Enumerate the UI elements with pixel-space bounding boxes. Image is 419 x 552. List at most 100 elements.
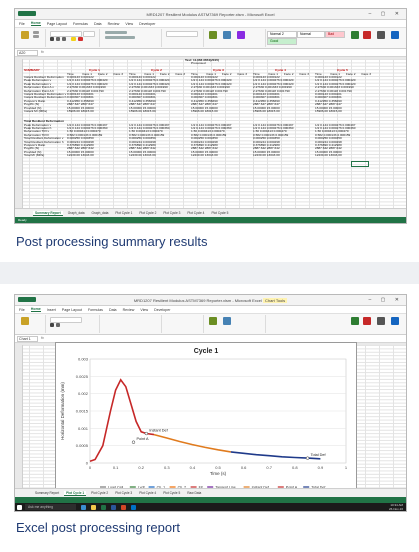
title-bar: MRD1207 Resilient Modulus ASTM7369 Repor…	[15, 9, 406, 20]
sheet-tab[interactable]: Plot Cycle 3	[113, 491, 134, 495]
ribbon-tab-file[interactable]: File	[19, 308, 25, 312]
ribbon-tab-file[interactable]: File	[19, 22, 25, 26]
ribbon-tab-developer[interactable]: Developer	[154, 308, 170, 312]
font-select[interactable]	[50, 317, 82, 323]
fill-color-icon[interactable]	[71, 37, 76, 41]
windows-start-icon[interactable]	[17, 504, 22, 510]
context-tab-label: Chart Tools	[263, 298, 288, 303]
ribbon-tab-insert[interactable]: Insert	[47, 308, 56, 312]
row-headers	[15, 59, 23, 209]
sheet-tab[interactable]: Summary Report	[33, 491, 61, 495]
column-subheader: Face 3	[361, 71, 371, 76]
ribbon-tab-view[interactable]: View	[125, 22, 133, 26]
sheet-tab[interactable]: Plot Cycle 5	[209, 211, 230, 215]
column-subheader: Face 3	[113, 71, 123, 76]
alignment-group	[101, 29, 162, 47]
powerpoint-icon[interactable]	[121, 504, 126, 510]
y-tick-label: 0.0025	[76, 374, 89, 379]
ribbon-tab-review[interactable]: Review	[123, 308, 135, 312]
paste-icon[interactable]	[21, 317, 29, 325]
x-tick-label: 0.1	[113, 465, 119, 470]
conditional-formatting-icon[interactable]	[209, 31, 217, 39]
italic-icon[interactable]	[56, 323, 60, 327]
find-select-icon[interactable]	[391, 31, 399, 39]
paste-icon[interactable]	[21, 31, 29, 39]
sheet-tab[interactable]: Graph_data	[66, 211, 87, 215]
ribbon-tab-home[interactable]: Home	[30, 307, 41, 312]
style-normal2[interactable]: Normal 2	[267, 31, 297, 38]
conditional-formatting-icon[interactable]	[209, 317, 217, 325]
sheet-tab[interactable]: Plot Cycle 1	[64, 490, 87, 496]
word-icon[interactable]	[111, 504, 116, 510]
sheet-tab[interactable]: Graph_data	[90, 211, 111, 215]
sort-filter-icon[interactable]	[377, 317, 385, 325]
chart-area[interactable]: Cycle 1 0 0.0005 0.001 0.0015 0.002 0.0025 0.00…	[55, 342, 357, 494]
explorer-icon[interactable]	[91, 504, 96, 510]
taskbar-search[interactable]: Ask me anything	[25, 504, 76, 510]
merge-center-button[interactable]	[105, 36, 135, 39]
style-normal[interactable]: Normal	[297, 31, 325, 38]
italic-icon[interactable]	[56, 37, 60, 41]
ribbon-tab-page-layout[interactable]: Page Layout	[62, 308, 82, 312]
format-as-table-icon[interactable]	[223, 317, 231, 325]
sheet-tab[interactable]: Plot Cycle 3	[161, 211, 182, 215]
style-good[interactable]: Good	[267, 38, 297, 45]
font-color-icon[interactable]	[78, 37, 83, 41]
ribbon-tab-developer[interactable]: Developer	[139, 22, 155, 26]
copy-icon[interactable]	[33, 35, 39, 38]
bold-icon[interactable]	[50, 37, 54, 41]
ribbon-tab-data[interactable]: Data	[94, 22, 102, 26]
name-box[interactable]: Chart 1	[17, 336, 38, 342]
sheet-subheader: Processed	[191, 61, 206, 66]
x-tick-label: 1	[345, 465, 348, 470]
name-box[interactable]: A20	[17, 50, 38, 56]
wrap-text-button[interactable]	[105, 31, 127, 34]
ribbon-tab-formulas[interactable]: Formulas	[73, 22, 88, 26]
underline-icon[interactable]	[62, 37, 66, 41]
sheet-tab[interactable]: Plot Cycle 4	[137, 491, 158, 495]
ribbon-tab-page-layout[interactable]: Page Layout	[47, 22, 67, 26]
sheet-tab[interactable]: Plot Cycle 4	[185, 211, 206, 215]
sort-filter-icon[interactable]	[377, 31, 385, 39]
panel-summary: MRD1207 Resilient Modulus ASTM7369 Repor…	[0, 0, 419, 262]
selected-cell[interactable]	[351, 161, 369, 167]
annotation-label: Instant Def	[149, 429, 168, 433]
window-controls[interactable]: – ▢ ✕	[369, 11, 403, 17]
bold-icon[interactable]	[50, 323, 54, 327]
ribbon-tab-view[interactable]: View	[140, 308, 148, 312]
font-group	[47, 29, 100, 47]
column-subheader: Face 3	[175, 71, 185, 76]
outlook-icon[interactable]	[131, 504, 136, 510]
cut-icon[interactable]	[33, 31, 39, 34]
find-select-icon[interactable]	[391, 317, 399, 325]
sheet-tab[interactable]: Plot Cycle 1	[113, 211, 134, 215]
delete-cells-icon[interactable]	[363, 317, 371, 325]
x-tick-label: 0.7	[266, 465, 272, 470]
sheet-tab[interactable]: Plot Cycle 2	[137, 211, 158, 215]
sheet-tab[interactable]: Summary Report	[33, 210, 63, 216]
edge-icon[interactable]	[81, 504, 86, 510]
number-format-select[interactable]	[166, 31, 198, 37]
font-size-select[interactable]	[83, 31, 95, 37]
ribbon-tab-review[interactable]: Review	[108, 22, 120, 26]
spreadsheet-grid[interactable]: Test: 11.666 3654(2015) Processed SUMMARY C…	[15, 58, 406, 209]
style-bad[interactable]: Bad	[325, 31, 345, 38]
format-as-table-icon[interactable]	[223, 31, 231, 39]
ribbon-tab-home[interactable]: Home	[30, 21, 41, 26]
clipboard-group	[17, 315, 46, 333]
cell-styles-icon[interactable]	[237, 31, 245, 39]
ribbon-tab-data[interactable]: Data	[109, 308, 117, 312]
insert-cells-icon[interactable]	[351, 31, 359, 39]
chart-svg[interactable]: Cycle 1 0 0.0005 0.001 0.0015 0.002 0.0025 0.00…	[56, 343, 356, 493]
sheet-tab[interactable]: Raw Data	[185, 491, 203, 495]
window-controls[interactable]: – ▢ ✕	[369, 297, 403, 303]
sheet-tab[interactable]: Plot Cycle 5	[161, 491, 182, 495]
excel-icon[interactable]	[101, 504, 106, 510]
styles-group	[205, 315, 266, 333]
font-select[interactable]	[50, 31, 82, 37]
insert-cells-icon[interactable]	[351, 317, 359, 325]
sheet-tab[interactable]: Plot Cycle 2	[89, 491, 110, 495]
delete-cells-icon[interactable]	[363, 31, 371, 39]
sheet-tabs: Summary Report Graph_data Graph_data Plot C…	[15, 208, 406, 217]
ribbon-tab-formulas[interactable]: Formulas	[88, 308, 103, 312]
